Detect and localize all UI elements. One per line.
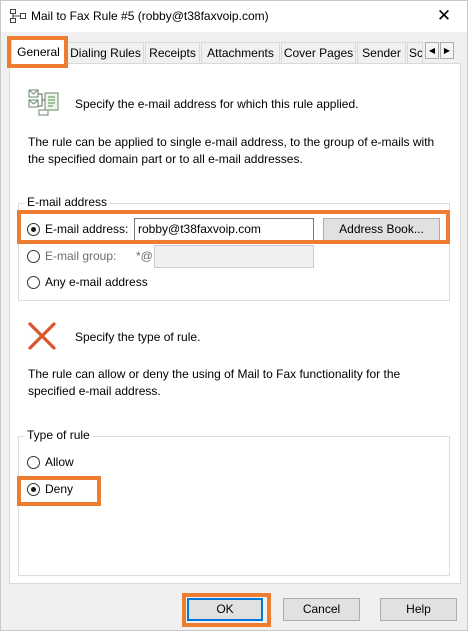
- address-book-button[interactable]: Address Book...: [323, 218, 440, 241]
- cancel-button[interactable]: Cancel: [283, 598, 360, 621]
- email-rules-icon: [28, 88, 60, 116]
- any-email-radio[interactable]: [27, 276, 40, 289]
- allow-radio-label[interactable]: Allow: [45, 455, 74, 469]
- email-section-description: Specify the e-mail address for which thi…: [75, 97, 359, 111]
- email-address-radio-label[interactable]: E-mail address:: [45, 222, 128, 236]
- dialog-window: Mail to Fax Rule #5 (robby@t38faxvoip.co…: [0, 0, 468, 631]
- ok-button[interactable]: OK: [187, 598, 263, 621]
- tab-scroll-right-icon[interactable]: ▶: [440, 42, 454, 59]
- type-of-rule-group: [18, 436, 450, 576]
- tab-receipts[interactable]: Receipts: [145, 42, 200, 64]
- tab-scroll-left-icon[interactable]: ◀: [425, 42, 439, 59]
- email-group-radio-label[interactable]: E-mail group:: [45, 249, 116, 263]
- deny-radio-label[interactable]: Deny: [45, 482, 73, 496]
- allow-radio[interactable]: [27, 456, 40, 469]
- email-address-input[interactable]: robby@t38faxvoip.com: [134, 218, 314, 241]
- tab-attachments[interactable]: Attachments: [201, 42, 280, 64]
- general-panel: Specify the e-mail address for which thi…: [9, 63, 461, 584]
- tab-general[interactable]: General: [11, 39, 66, 65]
- email-address-radio[interactable]: [27, 223, 40, 236]
- help-button[interactable]: Help: [380, 598, 457, 621]
- email-group-prefix: *@: [136, 249, 153, 263]
- email-group-radio[interactable]: [27, 250, 40, 263]
- network-icon: [10, 9, 26, 23]
- any-email-radio-label[interactable]: Any e-mail address: [45, 275, 148, 289]
- email-group-input[interactable]: [154, 245, 314, 268]
- close-icon[interactable]: ✕: [421, 1, 467, 32]
- tab-dialing-rules[interactable]: Dialing Rules: [67, 42, 144, 64]
- type-section-detail: The rule can allow or deny the using of …: [28, 367, 401, 398]
- tab-cover-pages[interactable]: Cover Pages: [281, 42, 356, 64]
- window-title: Mail to Fax Rule #5 (robby@t38faxvoip.co…: [31, 9, 269, 23]
- tab-sender[interactable]: Sender: [357, 42, 406, 64]
- type-section-description: Specify the type of rule.: [75, 330, 201, 344]
- email-address-group-title: E-mail address: [25, 195, 110, 209]
- deny-x-icon: [27, 321, 57, 351]
- tab-strip: General Dialing Rules Receipts Attachmen…: [9, 39, 461, 65]
- email-section-detail: The rule can be applied to single e-mail…: [28, 135, 435, 166]
- type-of-rule-group-title: Type of rule: [25, 428, 92, 442]
- tab-sc[interactable]: Sc: [407, 42, 423, 64]
- title-bar: Mail to Fax Rule #5 (robby@t38faxvoip.co…: [1, 1, 467, 32]
- deny-radio[interactable]: [27, 483, 40, 496]
